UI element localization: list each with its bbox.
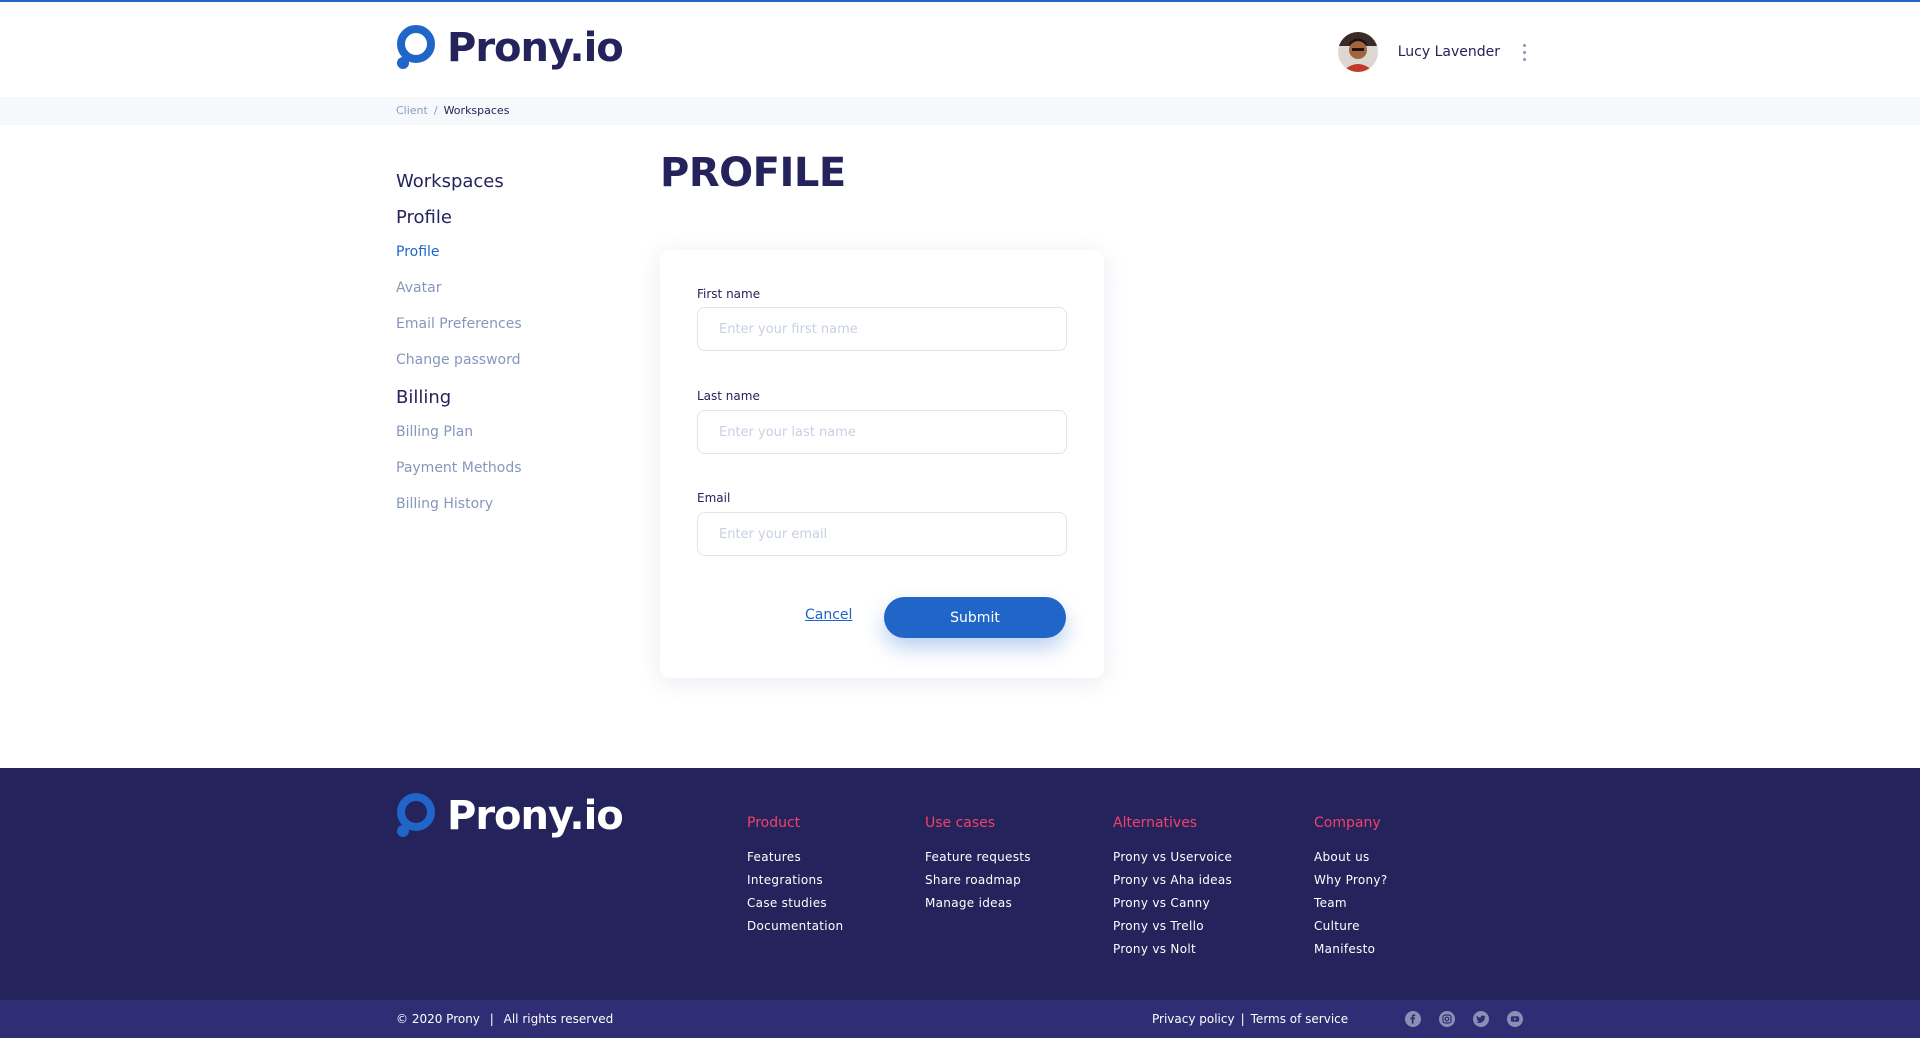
user-name: Lucy Lavender — [1397, 44, 1500, 60]
footer-link[interactable]: Share roadmap — [925, 872, 1031, 895]
footer-link[interactable]: Documentation — [747, 918, 843, 941]
legal-links: Privacy policy | Terms of service — [1152, 1012, 1348, 1026]
prony-logo-icon — [395, 793, 435, 839]
footer-heading: Alternatives — [1113, 815, 1198, 831]
sidebar: Workspaces Profile Profile Avatar Email … — [396, 170, 626, 530]
last-name-input[interactable] — [697, 410, 1067, 454]
first-name-label: First name — [697, 287, 761, 301]
first-name-input[interactable] — [697, 307, 1067, 351]
footer-link[interactable]: Prony vs Aha ideas — [1113, 872, 1232, 895]
user-menu[interactable]: Lucy Lavender — [1337, 32, 1526, 72]
sidebar-item-profile[interactable]: Profile — [396, 242, 626, 278]
last-name-label: Last name — [697, 389, 760, 403]
footer-link[interactable]: About us — [1314, 849, 1388, 872]
facebook-icon[interactable] — [1405, 1011, 1421, 1027]
rights-text: All rights reserved — [503, 1012, 614, 1026]
footer-logo-text: Prony.io — [447, 793, 624, 839]
footer-heading: Company — [1314, 815, 1381, 831]
prony-logo-icon — [395, 25, 435, 71]
logo-text: Prony.io — [447, 25, 624, 71]
terms-of-service-link[interactable]: Terms of service — [1251, 1012, 1349, 1026]
footer-link[interactable]: Team — [1314, 895, 1388, 918]
footer-link[interactable]: Case studies — [747, 895, 843, 918]
email-label: Email — [697, 491, 731, 505]
footer-link[interactable]: Prony vs Trello — [1113, 918, 1232, 941]
header: Prony.io Lucy Lavender — [0, 2, 1920, 97]
sidebar-workspaces[interactable]: Workspaces — [396, 170, 626, 206]
sidebar-item-payment-methods[interactable]: Payment Methods — [396, 458, 626, 494]
youtube-icon[interactable] — [1507, 1011, 1523, 1027]
footer-column-company: Company About us Why Prony? Team Culture… — [1314, 815, 1388, 964]
sidebar-item-avatar[interactable]: Avatar — [396, 278, 626, 314]
footer-bottom-bar: © 2020 Prony | All rights reserved Priva… — [0, 1000, 1920, 1038]
user-avatar[interactable] — [1337, 32, 1378, 72]
instagram-icon[interactable] — [1439, 1011, 1455, 1027]
footer-link[interactable]: Why Prony? — [1314, 872, 1388, 895]
breadcrumb-bar: Client / Workspaces — [0, 97, 1920, 125]
legal-divider: | — [1240, 1012, 1245, 1026]
footer-column-alternatives: Alternatives Prony vs Uservoice Prony vs… — [1113, 815, 1232, 964]
footer-link[interactable]: Culture — [1314, 918, 1388, 941]
footer-link[interactable]: Prony vs Canny — [1113, 895, 1232, 918]
footer-column-use-cases: Use cases Feature requests Share roadmap… — [925, 815, 1031, 918]
profile-form-card: First name Last name Email Cancel Submit — [660, 250, 1104, 678]
breadcrumb-separator: / — [433, 104, 438, 117]
breadcrumb-client[interactable]: Client — [396, 104, 428, 117]
submit-button[interactable]: Submit — [884, 597, 1066, 638]
sidebar-item-billing-history[interactable]: Billing History — [396, 494, 626, 530]
cancel-link[interactable]: Cancel — [805, 607, 852, 623]
footer-link[interactable]: Integrations — [747, 872, 843, 895]
footer-heading: Use cases — [925, 815, 996, 831]
sidebar-item-change-password[interactable]: Change password — [396, 350, 626, 386]
privacy-policy-link[interactable]: Privacy policy — [1152, 1012, 1235, 1026]
footer-logo[interactable]: Prony.io — [395, 793, 624, 839]
footer-link[interactable]: Features — [747, 849, 843, 872]
footer-heading: Product — [747, 815, 801, 831]
footer-link[interactable]: Manifesto — [1314, 941, 1388, 964]
sidebar-item-email-preferences[interactable]: Email Preferences — [396, 314, 626, 350]
footer: Prony.io Product Features Integrations C… — [0, 768, 1920, 1000]
social-links — [1405, 1011, 1523, 1027]
footer-column-product: Product Features Integrations Case studi… — [747, 815, 843, 941]
footer-link[interactable]: Prony vs Nolt — [1113, 941, 1232, 964]
kebab-menu-icon[interactable] — [1522, 43, 1526, 61]
sidebar-heading-billing: Billing — [396, 387, 452, 408]
breadcrumb: Client / Workspaces — [396, 104, 509, 117]
breadcrumb-workspaces: Workspaces — [443, 104, 510, 117]
page-title: PROFILE — [660, 150, 846, 196]
logo[interactable]: Prony.io — [395, 25, 624, 71]
sidebar-item-billing-plan[interactable]: Billing Plan — [396, 422, 626, 458]
footer-link[interactable]: Prony vs Uservoice — [1113, 849, 1232, 872]
copyright: © 2020 Prony | All rights reserved — [396, 1012, 613, 1026]
copyright-divider: | — [489, 1012, 494, 1026]
twitter-icon[interactable] — [1473, 1011, 1489, 1027]
copyright-text: © 2020 Prony — [396, 1012, 480, 1026]
footer-link[interactable]: Manage ideas — [925, 895, 1031, 918]
email-input[interactable] — [697, 512, 1067, 556]
sidebar-heading-profile: Profile — [396, 207, 452, 228]
footer-link[interactable]: Feature requests — [925, 849, 1031, 872]
